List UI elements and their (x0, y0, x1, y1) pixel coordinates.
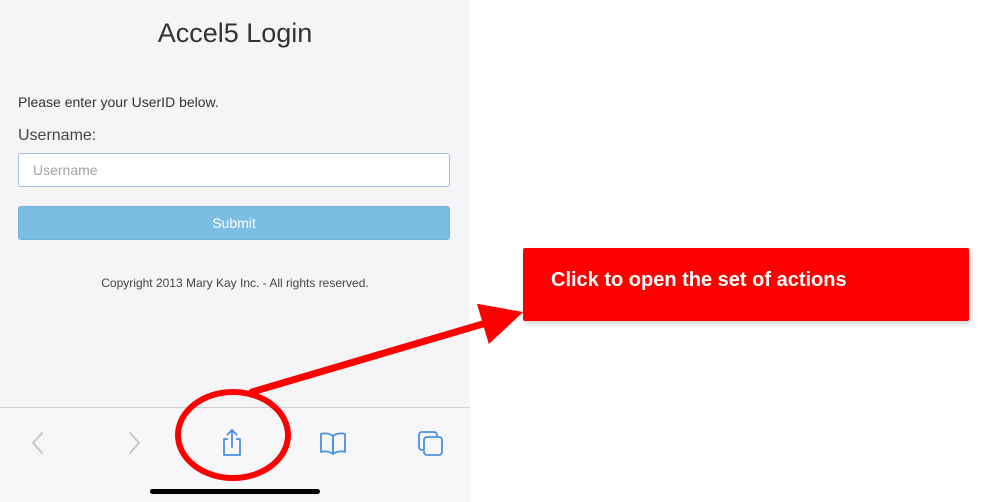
chevron-left-icon (32, 432, 43, 454)
browser-toolbar (0, 407, 470, 502)
username-label: Username: (18, 127, 97, 144)
share-icon (223, 429, 241, 456)
share-button[interactable] (214, 426, 250, 460)
tabs-icon (418, 431, 443, 456)
page-title: Accel5 Login (157, 18, 313, 48)
username-input[interactable] (18, 153, 450, 187)
copyright-text: Copyright 2013 Mary Kay Inc. - All right… (101, 276, 369, 290)
home-indicator (150, 489, 320, 494)
submit-button[interactable]: Submit (18, 206, 450, 240)
instruction-callout: Click to open the set of actions (523, 248, 969, 321)
login-page: Accel5 Login Please enter your UserID be… (0, 0, 470, 502)
bookmarks-button[interactable] (315, 426, 351, 460)
forward-button[interactable] (116, 426, 152, 460)
userid-prompt: Please enter your UserID below. (18, 94, 219, 110)
book-icon (320, 432, 346, 455)
chevron-right-icon (129, 432, 140, 454)
tabs-button[interactable] (413, 426, 449, 460)
back-button[interactable] (20, 426, 56, 460)
